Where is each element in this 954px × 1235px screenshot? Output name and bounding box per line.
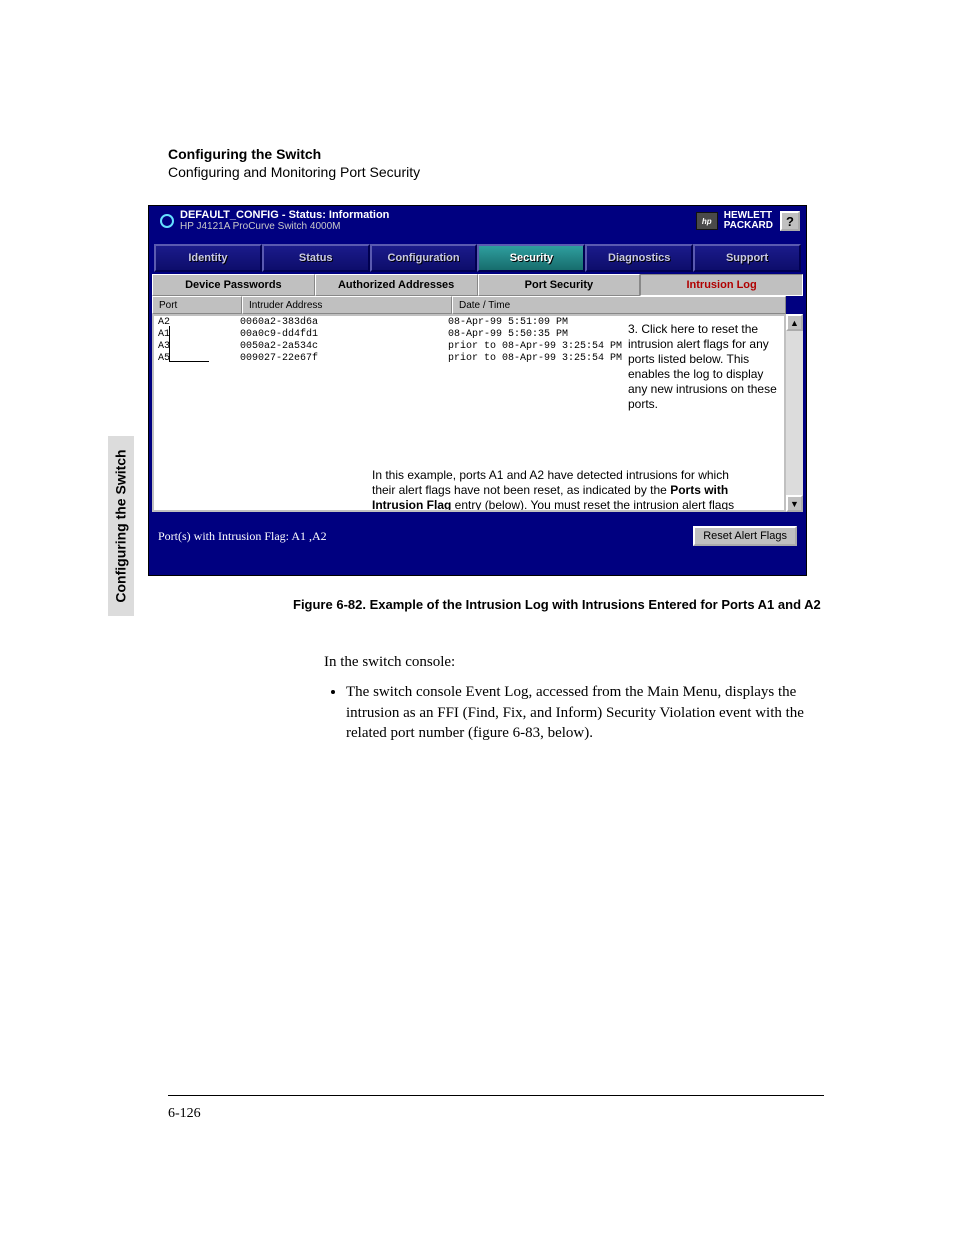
intrusion-flag-text: Port(s) with Intrusion Flag: A1 ,A2	[158, 529, 327, 544]
screenshot-window: DEFAULT_CONFIG - Status: Information HP …	[148, 205, 807, 576]
col-date-time: Date / Time	[452, 296, 786, 314]
tab-configuration[interactable]: Configuration	[370, 244, 478, 272]
figure-caption: Figure 6-82. Example of the Intrusion Lo…	[293, 597, 823, 612]
callout-left-1: In this example, ports A1 and A2 have de…	[372, 468, 738, 510]
page-number: 6-126	[168, 1106, 201, 1122]
body-intro: In the switch console:	[324, 652, 824, 672]
running-header-subtitle: Configuring and Monitoring Port Security	[168, 164, 420, 180]
scroll-down-button[interactable]: ▼	[786, 495, 803, 512]
footer-rule	[168, 1095, 824, 1096]
subtab-port-security[interactable]: Port Security	[478, 274, 641, 296]
body-bullet: The switch console Event Log, accessed f…	[346, 682, 824, 743]
tab-security[interactable]: Security	[477, 244, 585, 272]
tab-identity[interactable]: Identity	[154, 244, 262, 272]
reset-alert-flags-button[interactable]: Reset Alert Flags	[693, 526, 797, 546]
callout-right: 3. Click here to reset the intrusion ale…	[628, 322, 784, 412]
cell-addr: 009027-22e67f	[240, 353, 448, 364]
help-button[interactable]: ?	[780, 211, 800, 231]
scroll-track[interactable]	[786, 331, 803, 495]
body-text: In the switch console: The switch consol…	[324, 652, 824, 749]
tab-diagnostics[interactable]: Diagnostics	[585, 244, 693, 272]
connector-line	[169, 326, 209, 362]
main-tab-row: Identity Status Configuration Security D…	[152, 244, 803, 272]
status-line: Port(s) with Intrusion Flag: A1 ,A2 Rese…	[152, 524, 803, 548]
col-intruder-address: Intruder Address	[242, 296, 452, 314]
cell-addr: 00a0c9-dd4fd1	[240, 329, 448, 340]
brand-area: hp HEWLETT PACKARD	[696, 211, 773, 231]
hp-logo-icon: hp	[696, 212, 718, 230]
cell-addr: 0060a2-383d6a	[240, 317, 448, 328]
running-header: Configuring the Switch Configuring and M…	[168, 146, 420, 180]
brand-line2: PACKARD	[724, 221, 773, 231]
tab-support[interactable]: Support	[693, 244, 801, 272]
window-title-line1: DEFAULT_CONFIG - Status: Information	[180, 209, 389, 221]
app-icon	[160, 214, 174, 228]
side-tab-label: Configuring the Switch	[113, 449, 129, 602]
side-tab: Configuring the Switch	[108, 436, 134, 616]
subtab-intrusion-log[interactable]: Intrusion Log	[640, 274, 803, 296]
scroll-up-button[interactable]: ▲	[786, 314, 803, 331]
running-header-title: Configuring the Switch	[168, 146, 420, 162]
cell-addr: 0050a2-2a534c	[240, 341, 448, 352]
window-title-line2: HP J4121A ProCurve Switch 4000M	[180, 221, 389, 232]
col-port: Port	[152, 296, 242, 314]
subtab-authorized-addresses[interactable]: Authorized Addresses	[315, 274, 478, 296]
tab-status[interactable]: Status	[262, 244, 370, 272]
window-titlebar: DEFAULT_CONFIG - Status: Information HP …	[152, 209, 803, 239]
sub-tab-row: Device Passwords Authorized Addresses Po…	[152, 274, 803, 296]
column-header-row: Port Intruder Address Date / Time	[152, 296, 786, 314]
subtab-device-passwords[interactable]: Device Passwords	[152, 274, 315, 296]
scrollbar[interactable]: ▲ ▼	[786, 314, 803, 512]
